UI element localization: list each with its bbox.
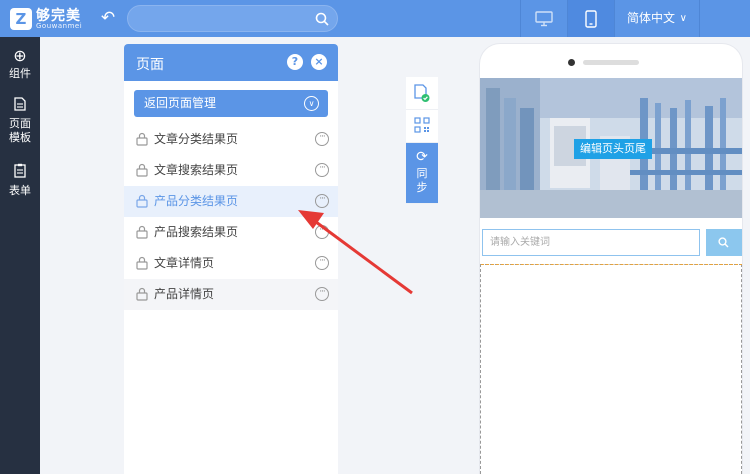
top-search	[127, 5, 338, 32]
page-name: 文章分类结果页	[154, 132, 239, 146]
sidebar-item-label: 表单	[9, 184, 31, 197]
logo-title: 够完美	[36, 7, 81, 24]
content-drop-area[interactable]	[480, 264, 742, 474]
top-search-input[interactable]	[140, 9, 310, 29]
panel-title: 页面	[136, 57, 164, 73]
list-item[interactable]: 文章分类结果页 ···	[124, 124, 338, 155]
phone-speaker	[583, 60, 639, 65]
desktop-view-button[interactable]	[520, 0, 567, 37]
sidebar-item-label-2: 模板	[9, 131, 31, 144]
page-name: 产品分类结果页	[154, 194, 239, 208]
phone-preview: 编辑页头页尾	[480, 44, 742, 474]
language-select[interactable]: 简体中文 ∨	[614, 0, 700, 37]
page-name: 文章详情页	[154, 256, 215, 270]
banner-image[interactable]: 编辑页头页尾	[480, 78, 742, 218]
mobile-view-button[interactable]	[567, 0, 614, 37]
search-icon[interactable]	[315, 12, 329, 26]
list-item[interactable]: 产品分类结果页 ···	[124, 186, 338, 217]
lock-icon	[136, 194, 148, 208]
sidebar-item-label: 组件	[9, 67, 31, 80]
logo[interactable]: Z 够完美 Gouwanmei	[10, 6, 82, 32]
clipboard-icon	[0, 163, 40, 182]
sync-button[interactable]: ⟳ 同 步	[406, 143, 438, 204]
list-item[interactable]: 文章详情页 ···	[124, 248, 338, 279]
lock-icon	[136, 287, 148, 301]
lock-icon	[136, 132, 148, 146]
sidebar-item-components[interactable]: ⊕ 组件	[0, 47, 40, 81]
page-panel: 页面 ? × 返回页面管理 ∨ 文章分类结果页 ··· 文章搜索结果页 ··· …	[124, 44, 338, 474]
more-icon[interactable]: ···	[315, 287, 329, 301]
lock-icon	[136, 163, 148, 177]
list-item[interactable]: 产品详情页 ···	[124, 279, 338, 310]
close-button[interactable]: ×	[311, 54, 327, 70]
more-icon[interactable]: ···	[315, 225, 329, 239]
mobile-icon	[585, 9, 597, 28]
qr-code-button[interactable]	[406, 110, 438, 143]
top-bar: Z 够完美 Gouwanmei ↶ 简体中文 ∨	[0, 0, 750, 37]
phone-search-input[interactable]	[482, 229, 700, 256]
plus-circle-icon: ⊕	[13, 46, 27, 65]
sync-label-1: 同	[416, 167, 428, 180]
back-label: 返回页面管理	[144, 96, 217, 110]
list-item[interactable]: 文章搜索结果页 ···	[124, 155, 338, 186]
sidebar-item-page-templates[interactable]: 页面 模板	[0, 97, 40, 145]
panel-header: 页面 ? ×	[124, 44, 338, 81]
list-item[interactable]: 产品搜索结果页 ···	[124, 217, 338, 248]
more-icon[interactable]: ···	[315, 194, 329, 208]
edit-header-footer-button[interactable]: 编辑页头页尾	[574, 139, 652, 159]
sync-icon: ⟳	[416, 149, 428, 165]
more-icon[interactable]: ···	[315, 163, 329, 177]
more-icon[interactable]: ···	[315, 132, 329, 146]
page-name: 产品搜索结果页	[154, 225, 239, 239]
qr-code-icon	[414, 117, 430, 133]
page-name: 文章搜索结果页	[154, 163, 239, 177]
page-check-button[interactable]	[406, 77, 438, 110]
lock-icon	[136, 225, 148, 239]
sidebar-item-forms[interactable]: 表单	[0, 163, 40, 198]
help-button[interactable]: ?	[287, 54, 303, 70]
logo-mark: Z	[10, 8, 32, 30]
phone-camera	[568, 59, 575, 66]
page-check-icon	[414, 84, 430, 102]
desktop-icon	[535, 10, 553, 26]
more-icon[interactable]: ···	[315, 256, 329, 270]
content-divider	[481, 264, 742, 265]
page-name: 产品详情页	[154, 287, 215, 301]
page-icon	[0, 97, 40, 115]
lock-icon	[136, 256, 148, 270]
language-label: 简体中文	[627, 11, 676, 25]
logo-subtitle: Gouwanmei	[36, 21, 83, 30]
phone-search-button[interactable]	[706, 229, 742, 256]
undo-icon[interactable]: ↶	[98, 8, 118, 28]
back-to-page-management-button[interactable]: 返回页面管理 ∨	[134, 90, 328, 117]
phone-search	[480, 229, 742, 257]
chevron-down-icon: ∨	[679, 13, 687, 24]
search-icon	[718, 237, 729, 248]
tool-strip: ⟳ 同 步	[406, 77, 438, 204]
sync-label-2: 步	[416, 181, 428, 194]
chevron-down-icon: ∨	[304, 96, 319, 111]
left-sidebar: ⊕ 组件 页面 模板 表单	[0, 37, 40, 474]
sidebar-item-label: 页面	[9, 117, 31, 130]
page-list: 文章分类结果页 ··· 文章搜索结果页 ··· 产品分类结果页 ··· 产品搜索…	[124, 124, 338, 310]
